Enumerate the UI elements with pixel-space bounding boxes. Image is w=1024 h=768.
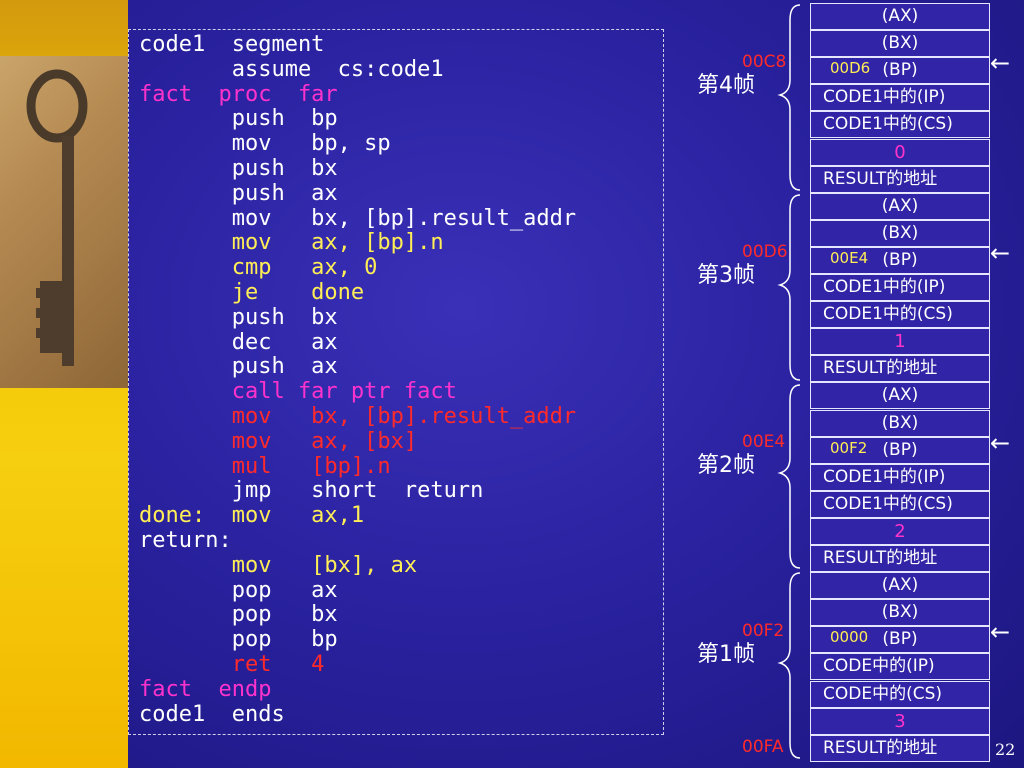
code-line: code1 ends	[139, 701, 285, 727]
code-line: done: mov ax,1	[139, 503, 365, 529]
key-image	[0, 56, 128, 388]
bp-arrow-icon: ←	[990, 49, 1011, 78]
stack-cell: 2	[810, 517, 990, 545]
stack-cell: (AX)	[810, 3, 990, 30]
code-line: push ax	[139, 354, 338, 380]
code-line: fact proc far	[139, 81, 338, 107]
bp-arrow-icon: ←	[990, 428, 1011, 457]
saved-bp-value: 00E4	[830, 248, 869, 267]
bp-arrow-icon: ←	[990, 618, 1011, 647]
stack-cell: (BX)	[810, 599, 990, 627]
code-line: jmp short return	[139, 478, 484, 504]
frame-braces	[777, 4, 801, 759]
stack-cell: CODE1中的(CS)	[810, 111, 990, 139]
code-line: pop bx	[139, 602, 338, 628]
code-line: cmp ax, 0	[139, 255, 378, 281]
stack-cell: (BX)	[810, 409, 990, 437]
code-line: push bx	[139, 304, 338, 330]
code-line: return:	[139, 528, 232, 553]
saved-bp-value: 00D6	[830, 59, 871, 78]
frame-label: 第1帧	[697, 642, 755, 668]
stack-cell: 1	[810, 328, 990, 356]
stack-cell: (AX)	[810, 192, 990, 220]
stack-cell: RESULT的地址	[810, 355, 990, 383]
stack-cell: (BX)	[810, 30, 990, 58]
stack-cell: CODE1中的(IP)	[810, 463, 990, 491]
code-line: mov bx, [bp].result_addr	[139, 205, 577, 231]
code-line: mov bx, [bp].result_addr	[139, 404, 577, 429]
frame-label: 第2帧	[697, 452, 755, 478]
code-line: mov ax, [bp].n	[139, 230, 444, 256]
code-line: pop ax	[139, 577, 338, 603]
code-line: dec ax	[139, 329, 338, 355]
code-line: mov bp, sp	[139, 131, 391, 157]
stack-cell: RESULT的地址	[810, 545, 990, 572]
stack-cell: CODE1中的(IP)	[810, 84, 990, 112]
frame-label: 第4帧	[697, 73, 755, 99]
code-line: call far ptr fact	[139, 379, 457, 405]
code-line: assume cs:code1	[139, 56, 444, 82]
code-line: pop bp	[139, 627, 338, 653]
stack-cell: RESULT的地址	[810, 165, 990, 193]
frame-label: 第3帧	[697, 262, 755, 288]
code-line: code1 segment	[139, 32, 325, 57]
code-line: je done	[139, 280, 365, 305]
stack-cell: CODE1中的(CS)	[810, 301, 990, 329]
stack-cell: CODE1中的(IP)	[810, 274, 990, 301]
page-number: 22	[995, 740, 1016, 759]
code-line: push ax	[139, 180, 338, 206]
stack-cell: 3	[810, 707, 990, 735]
bp-arrow-icon: ←	[990, 238, 1011, 267]
stack-cell: (BX)	[810, 219, 990, 247]
code-line: mul [bp].n	[139, 453, 391, 479]
code-line: mov [bx], ax	[139, 552, 418, 578]
code-line: push bp	[139, 106, 338, 132]
saved-bp-value: 0000	[830, 628, 869, 647]
saved-bp-value: 00F2	[830, 438, 868, 457]
stack-cell: CODE中的(IP)	[810, 653, 990, 681]
stack-cell: (AX)	[810, 572, 990, 600]
code-line: ret 4	[139, 652, 325, 677]
code-line: push bx	[139, 156, 338, 181]
code-line: mov ax, [bx]	[139, 428, 418, 454]
stack-cell: CODE中的(CS)	[810, 680, 990, 708]
stack-cell: (AX)	[810, 382, 990, 410]
stack-cell: 0	[810, 138, 990, 166]
stack-cell: CODE1中的(CS)	[810, 490, 990, 518]
stack-cell: RESULT的地址	[810, 734, 990, 762]
stack-bottom-address: 00FA	[742, 737, 784, 757]
code-line: fact endp	[139, 676, 272, 702]
